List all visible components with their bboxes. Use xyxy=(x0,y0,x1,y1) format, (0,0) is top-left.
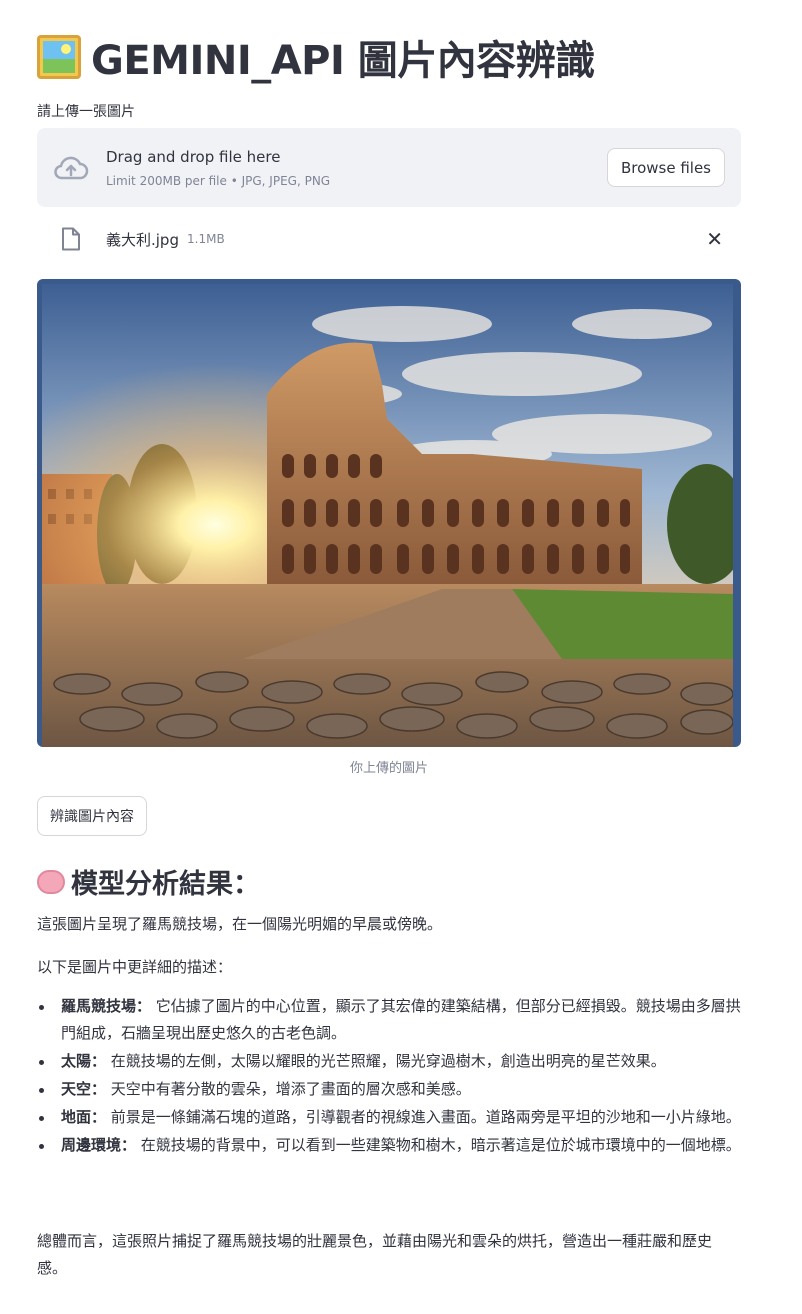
result-intro: 這張圖片呈現了羅馬競技場，在一個陽光明媚的早晨或傍晚。 xyxy=(37,915,443,933)
list-item-text: 它佔據了圖片的中心位置，顯示了其宏偉的建築結構，但部分已經損毀。競技場由多層拱門… xyxy=(61,997,741,1042)
list-item: 天空： 天空中有著分散的雲朵，增添了畫面的層次感和美感。 xyxy=(37,1076,741,1103)
list-item: 周邊環境： 在競技場的背景中，可以看到一些建築物和樹木，暗示著這是位於城市環境中… xyxy=(37,1132,741,1159)
result-detail-lead: 以下是圖片中更詳細的描述： xyxy=(37,958,233,976)
brain-icon xyxy=(37,869,65,894)
uploaded-image xyxy=(37,279,741,747)
list-item-text: 在競技場的左側，太陽以耀眼的光芒照耀，陽光穿過樹木，創造出明亮的星芒效果。 xyxy=(106,1052,666,1070)
remove-file-close-icon[interactable]: ✕ xyxy=(706,229,723,249)
result-heading-text: 模型分析結果： xyxy=(71,869,260,900)
list-item-term: 太陽： xyxy=(61,1052,107,1070)
browse-files-button[interactable]: Browse files xyxy=(606,148,725,187)
colosseum-photo xyxy=(42,284,733,747)
list-item: 地面： 前景是一條鋪滿石塊的道路，引導觀者的視線進入畫面。道路兩旁是平坦的沙地和… xyxy=(37,1104,741,1131)
file-size: 1.1MB xyxy=(187,232,225,246)
list-item-term: 羅馬競技場： xyxy=(61,997,152,1015)
list-item-text: 天空中有著分散的雲朵，增添了畫面的層次感和美感。 xyxy=(106,1080,471,1098)
file-name: 義大利.jpg xyxy=(106,231,179,249)
list-item: 太陽： 在競技場的左側，太陽以耀眼的光芒照耀，陽光穿過樹木，創造出明亮的星芒效果… xyxy=(37,1048,741,1075)
file-dropzone[interactable]: Drag and drop file here Limit 200MB per … xyxy=(37,128,741,207)
analyze-image-button[interactable]: 辨識圖片內容 xyxy=(37,796,147,836)
list-item-text: 在競技場的背景中，可以看到一些建築物和樹木，暗示著這是位於城市環境中的一個地標。 xyxy=(136,1136,741,1154)
result-summary: 總體而言，這張照片捕捉了羅馬競技場的壯麗景色，並藉由陽光和雲朵的烘托，營造出一種… xyxy=(37,1232,713,1277)
uploaded-file-row: 義大利.jpg 1.1MB ✕ xyxy=(37,221,741,257)
upload-label: 請上傳一張圖片 xyxy=(37,104,135,120)
dropzone-title: Drag and drop file here xyxy=(106,148,281,166)
list-item-term: 地面： xyxy=(61,1108,107,1126)
page-title-text: GEMINI_API 圖片內容辨識 xyxy=(91,38,595,84)
page-title: GEMINI_API 圖片內容辨識 xyxy=(37,28,595,86)
list-item-text: 前景是一條鋪滿石塊的道路，引導觀者的視線進入畫面。道路兩旁是平坦的沙地和一小片綠… xyxy=(106,1108,741,1126)
list-item-term: 天空： xyxy=(61,1080,107,1098)
image-caption: 你上傳的圖片 xyxy=(349,761,428,776)
result-list: 羅馬競技場： 它佔據了圖片的中心位置，顯示了其宏偉的建築結構，但部分已經損毀。競… xyxy=(37,993,741,1160)
result-heading: 模型分析結果： xyxy=(37,862,260,901)
dropzone-limit: Limit 200MB per file • JPG, JPEG, PNG xyxy=(106,174,331,188)
list-item-term: 周邊環境： xyxy=(61,1136,137,1154)
list-item: 羅馬競技場： 它佔據了圖片的中心位置，顯示了其宏偉的建築結構，但部分已經損毀。競… xyxy=(37,993,741,1047)
app-page: GEMINI_API 圖片內容辨識 請上傳一張圖片 Drag and drop … xyxy=(0,0,802,1314)
framed-picture-icon xyxy=(37,35,81,79)
cloud-upload-icon xyxy=(54,156,89,180)
file-icon xyxy=(62,227,80,251)
